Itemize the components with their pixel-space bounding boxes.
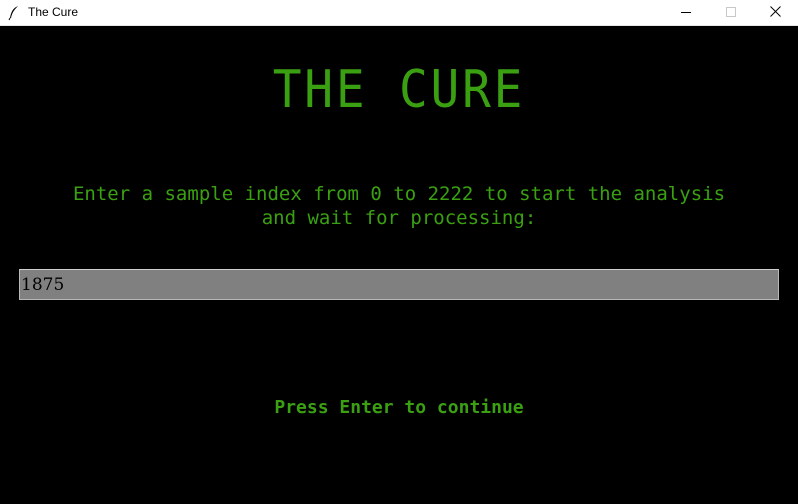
close-button[interactable] [753, 0, 798, 26]
maximize-button[interactable] [708, 0, 753, 26]
feather-icon [7, 5, 21, 21]
maximize-icon [725, 4, 736, 22]
main-content: THE CURE Enter a sample index from 0 to … [0, 26, 798, 504]
app-window: The Cure THE CURE Enter a sample index f… [0, 0, 798, 504]
window-title: The Cure [28, 5, 79, 19]
minimize-icon [680, 4, 691, 22]
minimize-button[interactable] [663, 0, 708, 26]
page-title: THE CURE [272, 60, 526, 120]
title-bar[interactable]: The Cure [0, 0, 798, 26]
close-icon [770, 4, 781, 22]
instructions-text: Enter a sample index from 0 to 2222 to s… [72, 183, 726, 229]
sample-index-input[interactable] [19, 269, 779, 300]
continue-prompt: Press Enter to continue [274, 397, 524, 418]
